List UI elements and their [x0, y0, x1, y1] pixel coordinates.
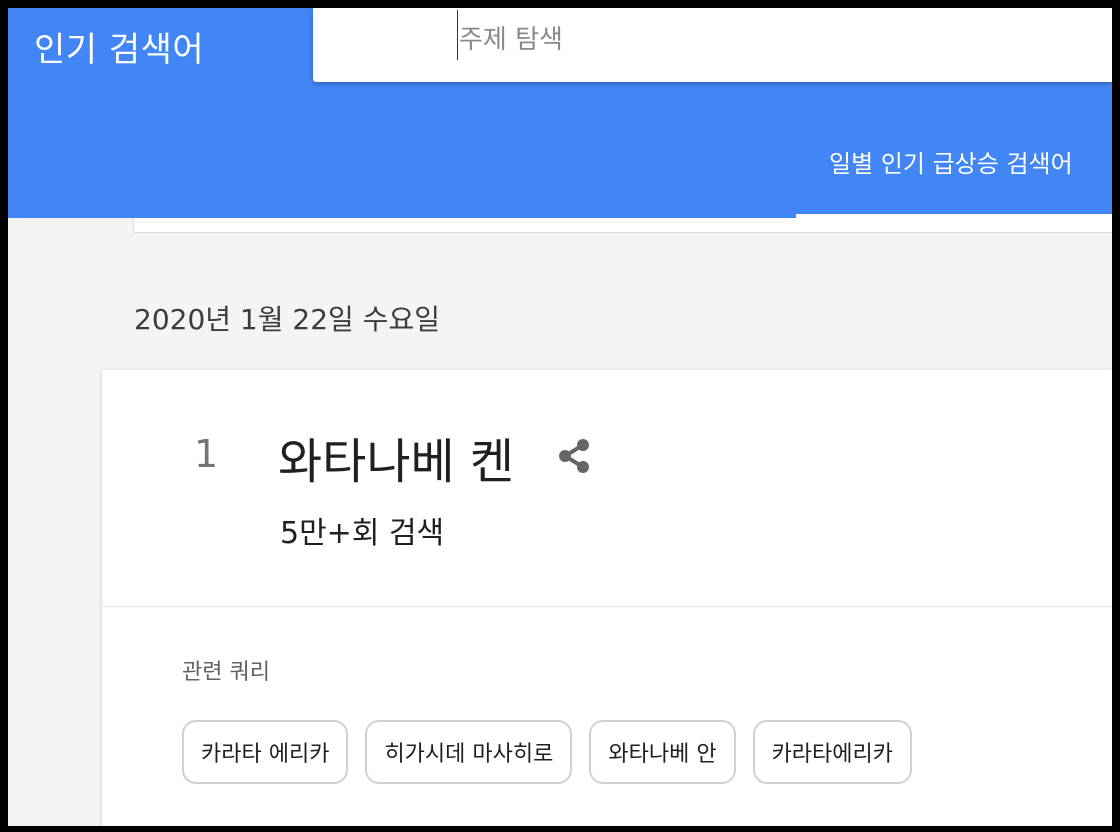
search-count: 5만+회 검색: [280, 516, 445, 551]
related-query-chip[interactable]: 카라타에리카: [752, 720, 913, 784]
related-queries-list: 카라타 에리카 히가시데 마사히로 와타나베 안 카라타에리카: [182, 720, 913, 784]
card-divider: [102, 606, 1112, 607]
collapsed-panel-edge: [133, 218, 1112, 233]
tab-label: 일별 인기 급상승 검색어: [829, 150, 1073, 178]
share-icon[interactable]: [554, 436, 594, 476]
search-input[interactable]: [459, 20, 1079, 60]
text-cursor: [457, 10, 458, 60]
app-title: 인기 검색어: [34, 30, 205, 70]
related-query-chip[interactable]: 와타나베 안: [589, 720, 736, 784]
related-query-chip[interactable]: 히가시데 마사히로: [365, 720, 573, 784]
related-queries-label: 관련 쿼리: [182, 660, 270, 685]
trend-card: 1 와타나베 켄 5만+회 검색 관련 쿼리 카라타 에리카 히가시데 마사히로…: [102, 370, 1112, 826]
search-box[interactable]: [313, 8, 1112, 82]
date-heading: 2020년 1월 22일 수요일: [134, 303, 440, 336]
trend-title[interactable]: 와타나베 켄: [278, 422, 514, 492]
related-query-chip[interactable]: 카라타 에리카: [182, 720, 349, 784]
header-bar: 인기 검색어 일별 인기 급상승 검색어: [8, 8, 1112, 218]
app-window: 인기 검색어 일별 인기 급상승 검색어 2020년 1월 22일 수요일 1 …: [8, 8, 1112, 826]
tab-daily-trends[interactable]: 일별 인기 급상승 검색어: [796, 126, 1112, 218]
trend-rank: 1: [194, 432, 219, 476]
